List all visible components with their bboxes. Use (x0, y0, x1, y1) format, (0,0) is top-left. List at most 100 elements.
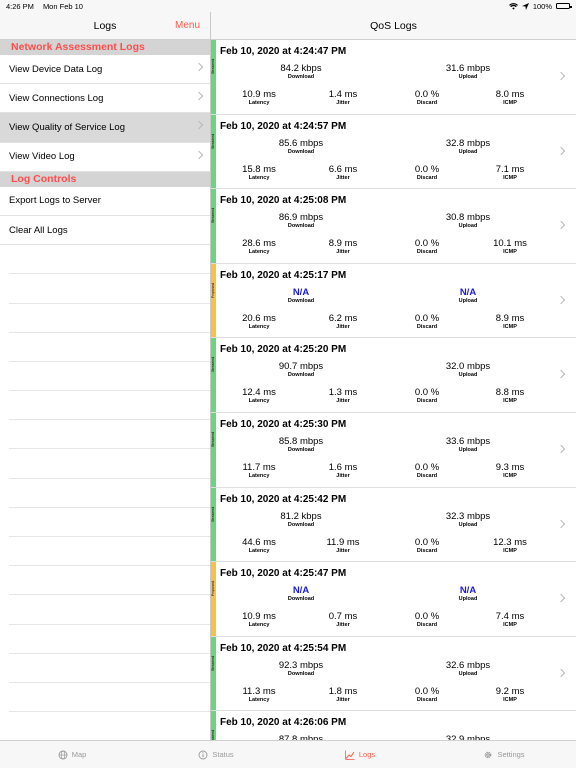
upload-label: Upload (458, 446, 478, 453)
status-label: Proposed (211, 581, 215, 597)
chevron-right-icon (556, 146, 566, 155)
upload-cell: 32.6 mbps Upload (418, 660, 518, 677)
chevron-right-icon (556, 220, 566, 230)
upload-label: Upload (458, 297, 478, 304)
download-cell: 90.7 mbps Download (251, 361, 351, 378)
chevron-right-icon (556, 71, 566, 81)
chevron-right-icon (194, 91, 204, 101)
sidebar-item[interactable]: Clear All Logs (0, 216, 210, 246)
tab-logs[interactable]: Logs (288, 741, 432, 768)
log-entry[interactable]: Streamed Feb 10, 2020 at 4:25:42 PM 81.2 k… (211, 487, 576, 563)
upload-label: Upload (458, 596, 478, 603)
icmp-value: 8.0 ms (495, 89, 525, 100)
log-entry[interactable]: Streamed Feb 10, 2020 at 4:25:20 PM 90.7 m… (211, 338, 576, 413)
upload-value: N/A (459, 286, 477, 298)
upload-value: 32.0 mbps (445, 361, 491, 373)
log-timestamp: Feb 10, 2020 at 4:25:20 PM (220, 344, 347, 356)
icmp-value: 8.8 ms (495, 387, 525, 399)
empty-row (9, 420, 210, 450)
status-label: Proposed (211, 282, 215, 298)
chevron-right-icon (194, 62, 204, 72)
download-value: 92.3 mbps (278, 659, 324, 671)
sidebar-item-label: View Video Log (9, 151, 75, 163)
log-timestamp: Feb 10, 2020 at 4:25:30 PM (220, 418, 347, 430)
empty-row (9, 245, 210, 275)
tab-label: Status (212, 750, 234, 759)
upload-value: 31.6 mbps (445, 63, 491, 74)
upload-cell: 32.8 mbps Upload (418, 138, 518, 155)
empty-row (9, 362, 210, 392)
status-date: Mon Feb 10 (42, 1, 83, 11)
log-timestamp: Feb 10, 2020 at 4:24:47 PM (220, 46, 347, 57)
chevron-right-icon (556, 593, 566, 603)
upload-cell: 31.6 mbps Upload (418, 63, 518, 80)
download-label: Download (287, 223, 315, 230)
log-timestamp: Feb 10, 2020 at 4:25:47 PM (220, 568, 347, 580)
empty-row (9, 508, 210, 537)
icmp-value: 7.1 ms (495, 163, 525, 175)
download-label: Download (287, 521, 315, 528)
sidebar-item[interactable]: Export Logs to Server (0, 187, 210, 216)
log-entry[interactable]: Streamed Feb 10, 2020 at 4:25:54 PM 92.3 m… (211, 636, 576, 712)
sidebar-item[interactable]: View Quality of Service Log (0, 113, 210, 143)
download-cell: 84.2 kbps Download (251, 63, 351, 80)
icmp-cell: 8.8 ms ICMP (460, 387, 560, 404)
sidebar-nav-bar: Logs Menu (0, 12, 210, 40)
tab-status[interactable]: Status (144, 741, 288, 768)
empty-row (9, 595, 210, 625)
download-cell: 81.2 kbps Download (251, 511, 351, 528)
log-timestamp: Feb 10, 2020 at 4:24:57 PM (220, 120, 347, 132)
qos-nav-bar: QoS Logs (211, 12, 576, 40)
upload-label: Upload (458, 74, 478, 80)
empty-row (9, 274, 210, 304)
log-entry[interactable]: Streamed Feb 10, 2020 at 4:24:47 PM 84.2 k… (211, 40, 576, 115)
tab-label: Map (71, 750, 87, 759)
qos-title: QoS Logs (370, 19, 417, 32)
download-label: Download (287, 148, 315, 155)
icmp-cell: 9.2 ms ICMP (460, 686, 560, 703)
menu-button[interactable]: Menu (175, 20, 200, 31)
download-cell: 92.3 mbps Download (251, 660, 351, 677)
empty-row (9, 625, 210, 654)
log-entry[interactable]: Streamed Feb 10, 2020 at 4:25:08 PM 86.9 m… (211, 189, 576, 264)
upload-value: 32.8 mbps (445, 137, 491, 149)
download-value: 84.2 kbps (280, 63, 322, 74)
log-timestamp: Feb 10, 2020 at 4:25:17 PM (220, 269, 347, 281)
log-entry[interactable]: Streamed Feb 10, 2020 at 4:26:06 PM 87.8 m… (211, 711, 576, 740)
chevron-right-icon (556, 519, 566, 528)
sidebar-item-label: View Device Data Log (9, 63, 103, 75)
log-entry[interactable]: Proposed Feb 10, 2020 at 4:25:17 PM N/A Dow… (211, 263, 576, 339)
download-value: 85.6 mbps (278, 137, 324, 149)
chevron-right-icon (556, 444, 566, 454)
download-label: Download (287, 372, 315, 379)
upload-value: N/A (459, 585, 477, 597)
upload-cell: 32.0 mbps Upload (418, 361, 518, 378)
sidebar-item[interactable]: View Device Data Log (0, 55, 210, 85)
status-bar: 4:26 PM Mon Feb 10 100% (0, 0, 576, 12)
section-header: Network Assessment Logs (0, 40, 210, 55)
log-entry[interactable]: Streamed Feb 10, 2020 at 4:25:30 PM 85.8 m… (211, 412, 576, 488)
download-label: Download (287, 446, 315, 453)
download-cell: 86.9 mbps Download (251, 212, 351, 229)
icmp-cell: 8.0 ms ICMP (460, 89, 560, 106)
globe-icon (58, 750, 68, 759)
log-entry[interactable]: Streamed Feb 10, 2020 at 4:24:57 PM 85.6 m… (211, 114, 576, 190)
log-entry[interactable]: Proposed Feb 10, 2020 at 4:25:47 PM N/A Dow… (211, 562, 576, 637)
empty-row (9, 333, 210, 362)
upload-value: 30.8 mbps (445, 212, 491, 224)
chevron-right-icon (556, 295, 566, 305)
log-timestamp: Feb 10, 2020 at 4:25:42 PM (220, 493, 347, 505)
sidebar-item[interactable]: View Connections Log (0, 84, 210, 114)
icmp-value: 8.9 ms (495, 312, 525, 324)
upload-label: Upload (458, 148, 478, 155)
tab-map[interactable]: Map (0, 741, 144, 768)
icmp-label: ICMP (503, 323, 517, 330)
status-label: Streamed (211, 357, 215, 373)
tab-settings[interactable]: Settings (432, 741, 576, 768)
empty-row (9, 449, 210, 479)
icmp-cell: 12.3 ms ICMP (460, 537, 560, 554)
info-icon (198, 750, 208, 759)
empty-row (9, 537, 210, 567)
sidebar-item[interactable]: View Video Log (0, 143, 210, 172)
sidebar-title: Logs (93, 19, 117, 32)
